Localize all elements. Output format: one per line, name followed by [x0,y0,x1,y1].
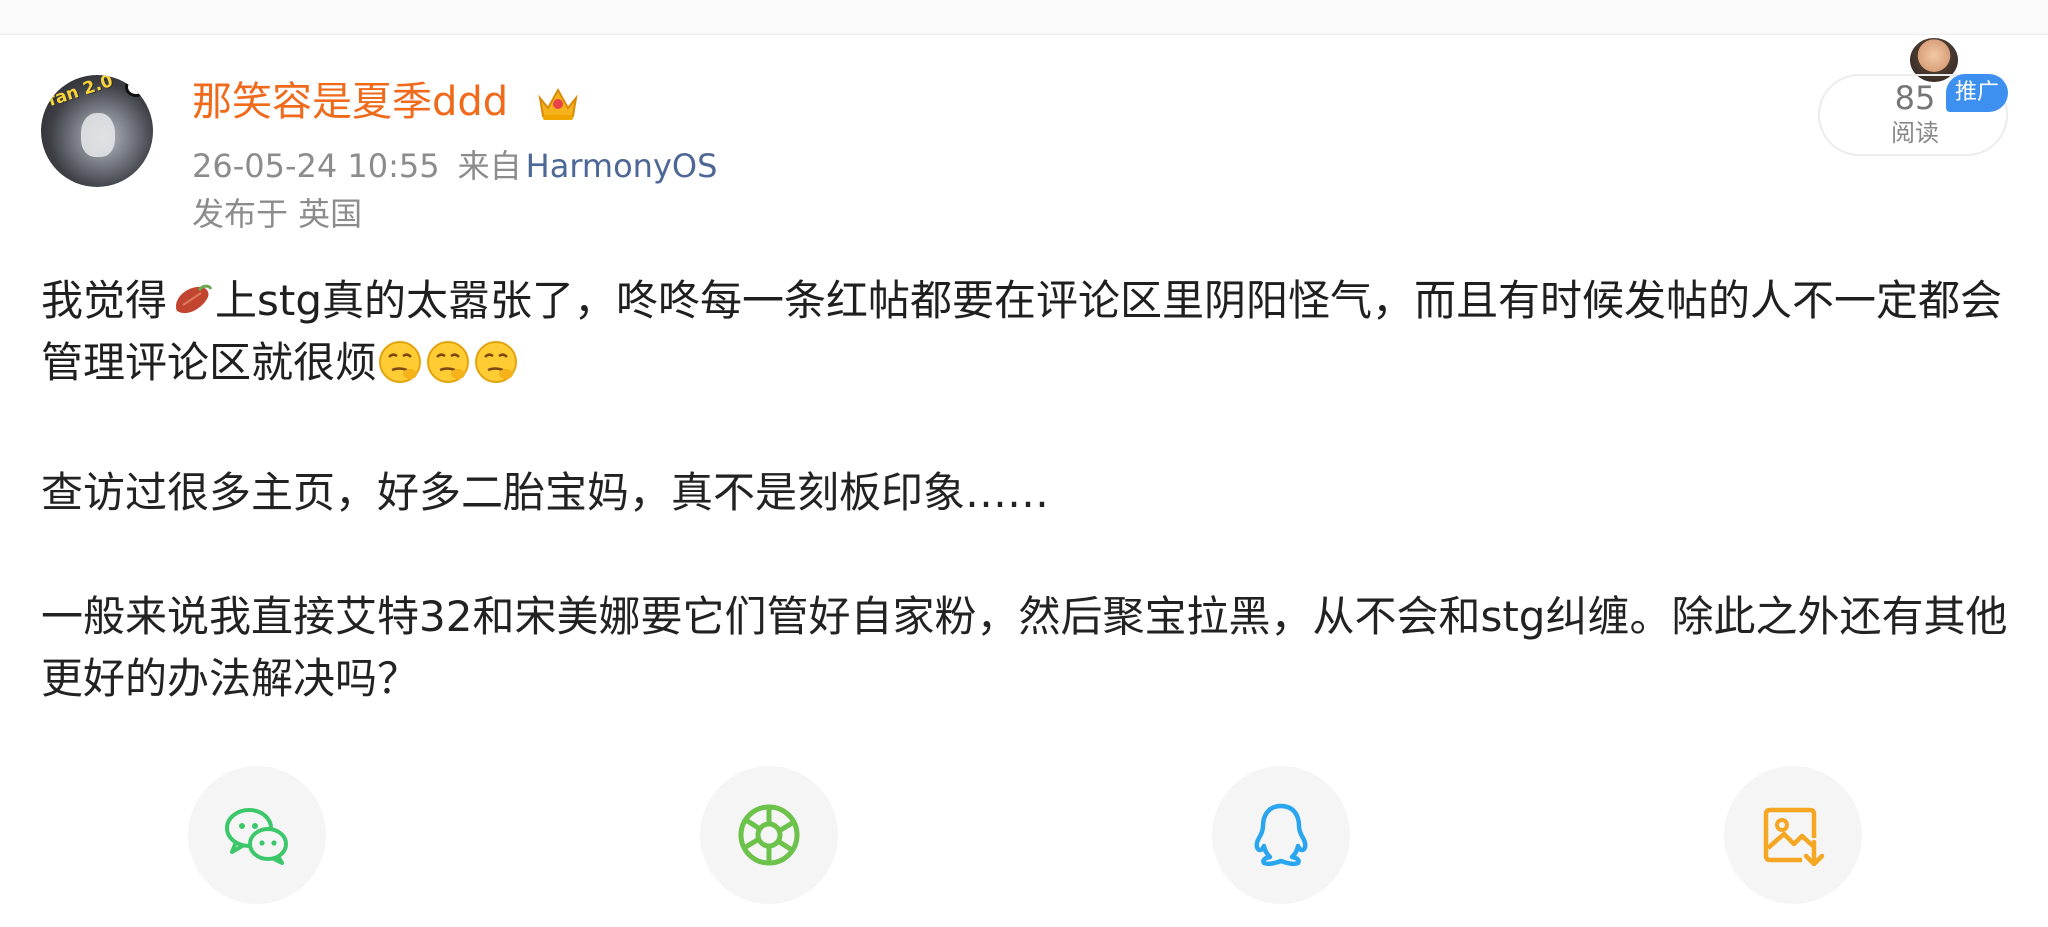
top-bar-edge [0,0,2048,35]
share-wechat-button[interactable] [188,766,326,904]
save-image-icon [1763,807,1825,867]
share-save-image-button[interactable] [1724,766,1862,904]
p1-text-b: 上stg真的太嚣张了，咚咚每一条红帖都要在评论区里阴阳怪气，而且有时候发帖的人不… [41,276,2003,387]
panda-icon [125,77,147,97]
username[interactable]: 那笑容是夏季ddd [192,74,508,130]
p1-text-a: 我觉得 [41,276,168,325]
read-label: 阅读 [1891,119,1939,147]
post-datetime: 26-05-24 10:55 [192,147,440,185]
thinking-face-icon [475,341,518,383]
paragraph-2: 查访过很多主页，好多二胎宝妈，真不是刻板印象…… [41,468,1050,517]
from-label: 来自 [457,147,522,185]
sweet-potato-icon [175,284,213,314]
post-meta: 26-05-24 10:55 来自 HarmonyOS [192,144,717,188]
thinking-face-icon [427,341,470,383]
thinking-face-icon [379,341,422,383]
promo-badge[interactable]: 推广 [1946,74,2008,112]
paragraph-1: 我觉得 上stg真的太嚣张了，咚咚每一条红帖都要在评论区里阴阳怪气，而且有时候发帖… [41,270,2011,394]
share-qq-button[interactable] [1212,766,1350,904]
post-location: 发布于 英国 [192,195,363,233]
user-avatar[interactable]: fan 2.0 [41,75,153,187]
moments-icon [738,804,800,866]
share-moments-button[interactable] [700,766,838,904]
crown-icon [538,87,578,120]
cat-figure [81,113,115,157]
qq-icon [1254,803,1308,867]
avatar-fan-badge: fan 2.0 [45,75,116,111]
paragraph-3: 一般来说我直接艾特32和宋美娜要它们管好自家粉，然后聚宝拉黑，从不会和stg纠缠… [41,592,2008,703]
source-link[interactable]: HarmonyOS [526,147,718,185]
wechat-icon [225,808,288,865]
post-content: 我觉得 上stg真的太嚣张了，咚咚每一条红帖都要在评论区里阴阳怪气，而且有时候发帖… [41,270,2011,394]
